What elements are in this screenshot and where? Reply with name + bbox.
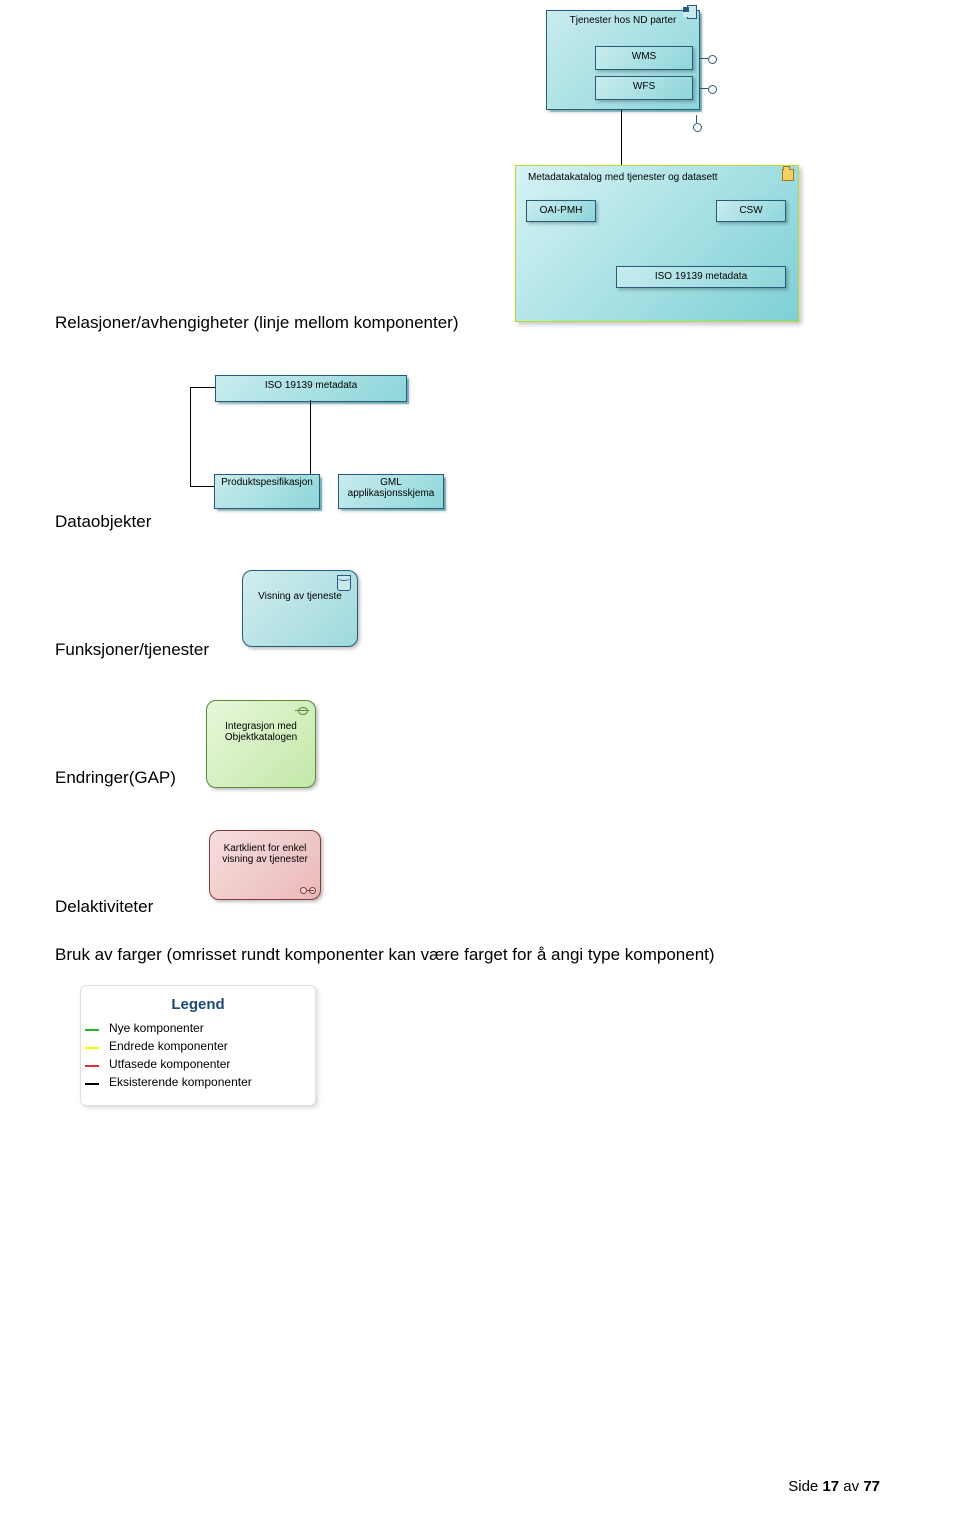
port-csw: CSW [716,200,786,222]
section-gap: Endringer(GAP) [55,768,176,788]
iso-label: ISO 19139 metadata [216,376,406,391]
service-wms: WMS [595,46,693,70]
integrasjon-label-2: Objektkatalogen [207,732,315,743]
wms-label: WMS [596,47,692,62]
section-functions: Funksjoner/tjenester [55,640,209,660]
legend-title: Legend [103,996,293,1013]
legend-box: Legend Nye komponenter Endrede komponent… [80,985,316,1106]
csw-label: CSW [717,201,785,216]
section-deliverables: Delaktiviteter [55,897,153,917]
legend-item-changed: Endrede komponenter [103,1039,293,1053]
connector-line [310,400,311,474]
footer-prefix: Side [788,1478,822,1495]
legend-item-existing: Eksisterende komponenter [103,1075,293,1089]
iso-metadata-inner: ISO 19139 metadata [616,266,786,288]
integrasjon-label-1: Integrasjon med [207,721,315,732]
integrasjon-box: Integrasjon med Objektkatalogen [206,700,316,788]
legend-item-new: Nye komponenter [103,1021,293,1035]
connector-line [190,387,215,388]
tjenester-title: Tjenester hos ND parter [547,11,699,26]
color-usage-text: Bruk av farger (omrisset rundt komponent… [55,945,715,965]
prodspec-label: Produktspesifikasjon [215,475,319,488]
produktspesifikasjon-box: Produktspesifikasjon [214,474,320,509]
section-relations: Relasjoner/avhengigheter (linje mellom k… [55,313,458,333]
catalog-title: Metadatakatalog med tjenester og dataset… [516,166,798,183]
footer-page: 17 [822,1478,839,1495]
page-footer: Side 17 av 77 [788,1478,880,1495]
gml-label-2: applikasjonsskjema [339,488,443,499]
gml-label-1: GML [339,475,443,488]
kartklient-label-1: Kartklient for enkel [210,843,320,854]
section-dataobjects: Dataobjekter [55,512,151,532]
connector-line [190,486,215,487]
component-tjenester-nd-parter: Tjenester hos ND parter WMS WFS [546,10,700,110]
kartklient-label-2: visning av tjenester [210,854,320,865]
visning-label: Visning av tjeneste [258,591,342,602]
visning-box: Visning av tjeneste [242,570,358,647]
footer-of: av [839,1478,863,1495]
connector-line [621,110,622,165]
oai-pmh-label: OAI-PMH [527,201,595,216]
package-icon [782,169,794,181]
gap-icon [295,705,309,715]
note-icon [337,575,351,591]
iso-metadata-box: ISO 19139 metadata [215,375,407,402]
catalog-container: Metadatakatalog med tjenester og dataset… [515,165,799,322]
wfs-label: WFS [596,77,692,92]
port-oai-pmh: OAI-PMH [526,200,596,222]
deliverable-icon [300,887,314,895]
gml-box: GML applikasjonsskjema [338,474,444,509]
iso-inner-label: ISO 19139 metadata [617,267,785,282]
service-wfs: WFS [595,76,693,100]
component-icon [685,5,695,17]
legend-item-phased-out: Utfasede komponenter [103,1057,293,1071]
connector-line [190,387,191,487]
kartklient-box: Kartklient for enkel visning av tjeneste… [209,830,321,900]
footer-total: 77 [863,1478,880,1495]
